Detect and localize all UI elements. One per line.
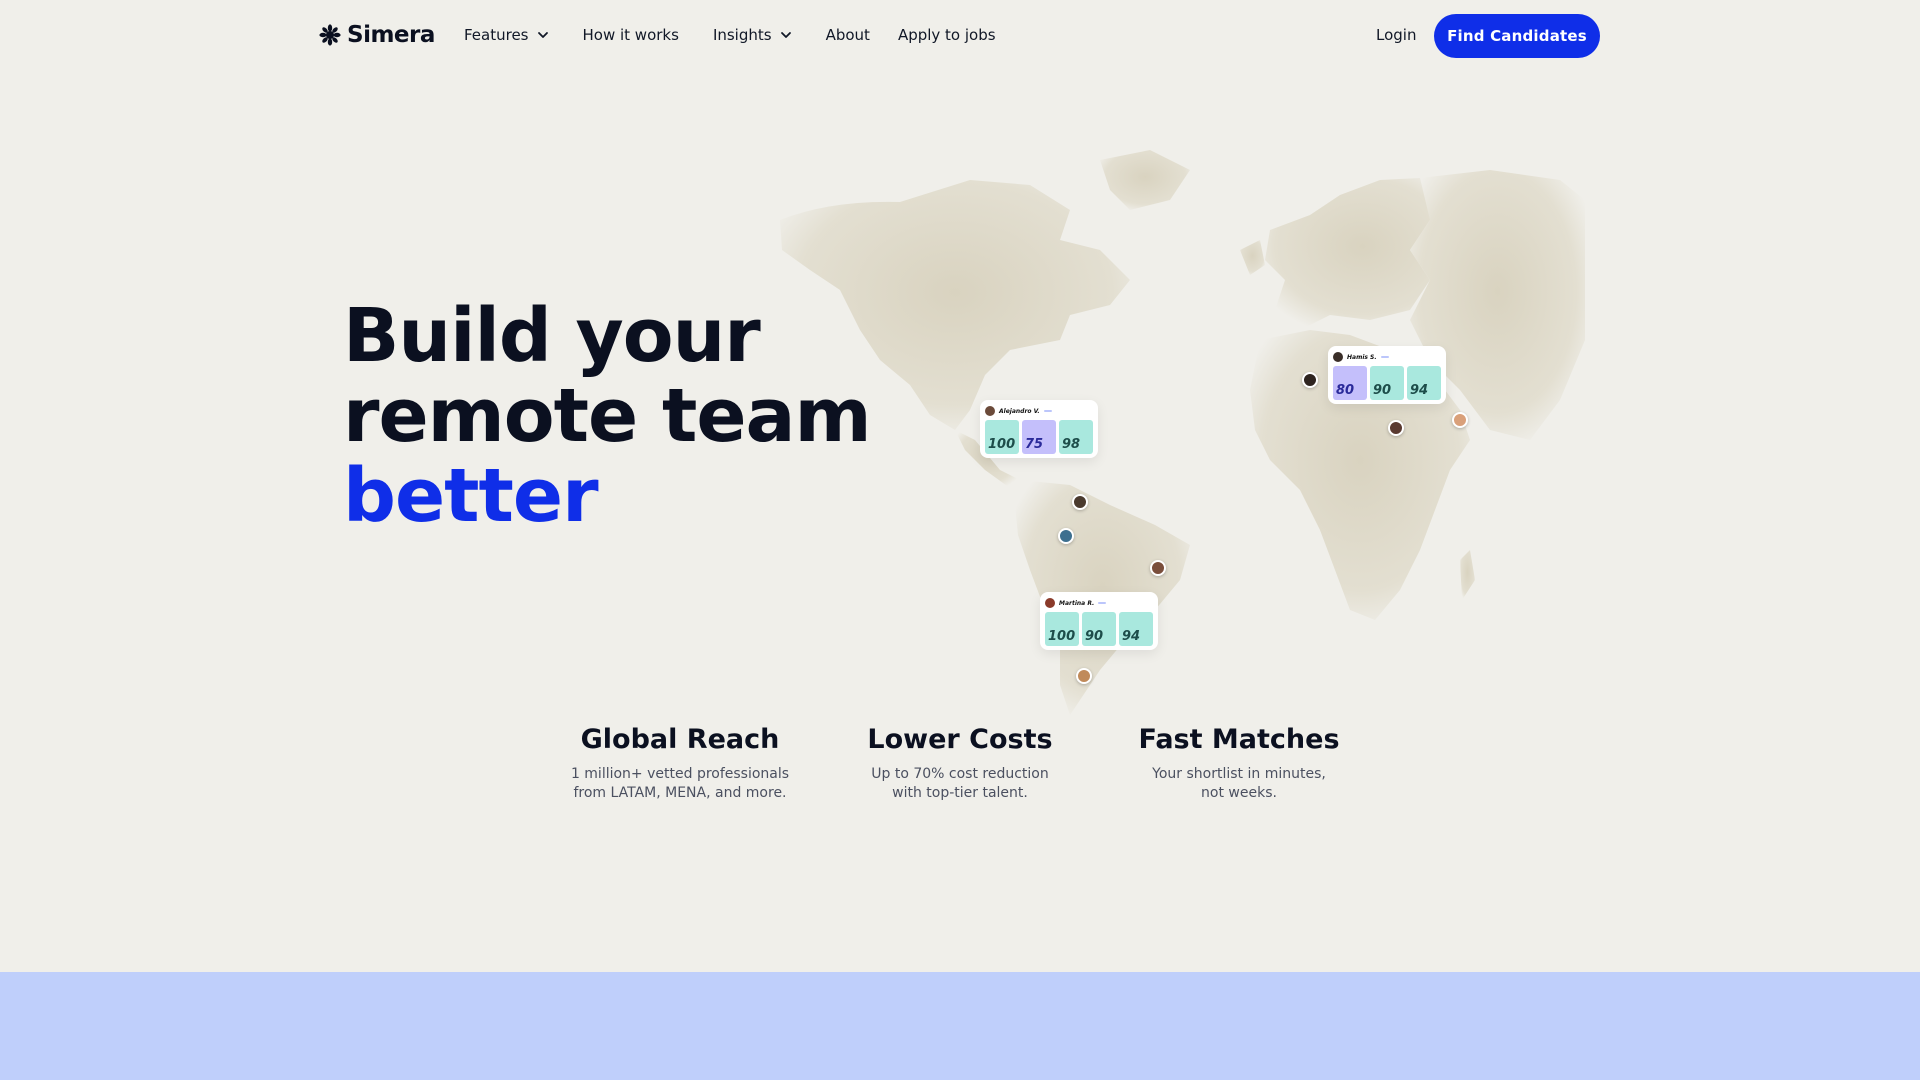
nav-insights[interactable]: Insights (713, 26, 792, 44)
feature-fast-matches: Fast Matches Your shortlist in minutes, … (1119, 724, 1359, 803)
score-box: 90 (1082, 612, 1116, 646)
feature-global-reach: Global Reach 1 million+ vetted professio… (560, 724, 800, 803)
avatar (1333, 352, 1343, 362)
candidate-card[interactable]: Martina R. 100 90 94 (1040, 592, 1158, 650)
score-value: 94 (1410, 383, 1429, 398)
role-tag (1380, 356, 1389, 358)
talent-avatar[interactable] (1058, 528, 1074, 544)
score-box: 94 (1407, 366, 1441, 400)
score-value: 98 (1062, 437, 1081, 452)
world-map-illustration (780, 150, 1585, 715)
candidate-name: Alejandro V. (999, 407, 1040, 415)
nav-apply-to-jobs-label: Apply to jobs (897, 26, 996, 44)
nav-about[interactable]: About (826, 26, 870, 44)
brand-name: Simera (347, 22, 435, 48)
score-value: 100 (1048, 629, 1076, 644)
nav-apply-to-jobs[interactable]: Apply to jobs (898, 26, 996, 44)
main-menu: Features How it works Insights About App… (464, 26, 996, 44)
nav-how-it-works-label: How it works (582, 26, 679, 44)
find-candidates-button[interactable]: Find Candidates (1434, 14, 1600, 58)
feature-title: Fast Matches (1138, 724, 1340, 755)
chevron-down-icon (780, 32, 791, 38)
feature-description: Your shortlist in minutes, not weeks. (1152, 766, 1326, 801)
avatar (1045, 598, 1055, 608)
nav-features[interactable]: Features (464, 26, 549, 44)
score-value: 94 (1122, 629, 1141, 644)
candidate-name: Hamis S. (1347, 353, 1377, 361)
score-box: 98 (1059, 420, 1093, 454)
login-link[interactable]: Login (1376, 26, 1416, 44)
feature-description: Up to 70% cost reduction with top-tier t… (871, 766, 1049, 801)
feature-lower-costs: Lower Costs Up to 70% cost reduction wit… (840, 724, 1080, 803)
talent-avatar[interactable] (1072, 494, 1088, 510)
nav-about-label: About (825, 26, 870, 44)
score-box: 100 (985, 420, 1019, 454)
chevron-down-icon (537, 32, 548, 38)
talent-avatar[interactable] (1076, 668, 1092, 684)
talent-avatar[interactable] (1388, 420, 1404, 436)
nav-how-it-works[interactable]: How it works (583, 26, 679, 44)
candidate-card[interactable]: Alejandro V. 100 75 98 (980, 400, 1098, 458)
nav-insights-label: Insights (712, 26, 772, 44)
candidate-card[interactable]: Hamis S. 80 90 94 (1328, 346, 1446, 404)
score-box: 80 (1333, 366, 1367, 400)
score-value: 75 (1025, 437, 1044, 452)
role-tag (1043, 410, 1052, 412)
feature-title: Lower Costs (867, 724, 1053, 755)
avatar (985, 406, 995, 416)
score-box: 90 (1370, 366, 1404, 400)
score-box: 94 (1119, 612, 1153, 646)
role-tag (1098, 602, 1107, 604)
brand-logo[interactable]: Simera (319, 22, 435, 48)
feature-description: 1 million+ vetted professionals from LAT… (570, 766, 790, 801)
score-value: 90 (1373, 383, 1392, 398)
next-section-band (0, 972, 1920, 1080)
talent-avatar[interactable] (1302, 372, 1318, 388)
talent-avatar[interactable] (1452, 412, 1468, 428)
talent-avatar[interactable] (1150, 560, 1166, 576)
world-map: Alejandro V. 100 75 98 Hamis S. 80 90 94… (770, 140, 1590, 720)
candidate-name: Martina R. (1059, 599, 1095, 607)
score-value: 100 (988, 437, 1016, 452)
feature-title: Global Reach (580, 724, 780, 755)
score-box: 100 (1045, 612, 1079, 646)
nav-features-label: Features (464, 26, 529, 44)
score-box: 75 (1022, 420, 1056, 454)
top-nav: Simera Features How it works Insights Ab… (0, 0, 1920, 72)
score-value: 90 (1085, 629, 1104, 644)
simera-logo-icon (319, 24, 341, 46)
score-value: 80 (1336, 383, 1355, 398)
